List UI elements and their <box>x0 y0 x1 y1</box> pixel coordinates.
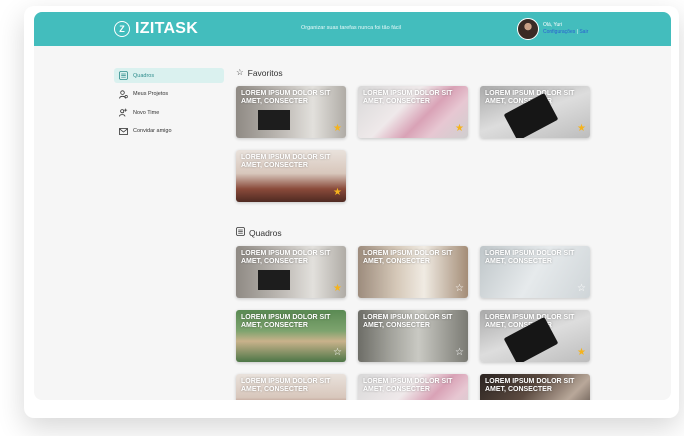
user-menu: Olá, Yuri Configurações | Sair <box>517 18 588 40</box>
add-team-icon <box>119 108 128 117</box>
star-icon[interactable]: ★ <box>577 124 586 134</box>
logo-mark-icon: Z <box>114 21 130 37</box>
sidebar-item-label: Novo Time <box>133 109 160 116</box>
board-icon <box>236 227 245 238</box>
card-title: LOREM IPSUM DOLOR SIT AMET, CONSECTER <box>241 90 331 105</box>
card-title: LOREM IPSUM DOLOR SIT AMET, CONSECTER <box>363 90 453 105</box>
settings-link[interactable]: Configurações <box>543 29 575 35</box>
card-title: LOREM IPSUM DOLOR SIT AMET, CONSECTER <box>363 250 453 265</box>
sidebar: Quadros Meus Projetos Novo Time Convidar… <box>114 68 224 142</box>
board-card[interactable]: LOREM IPSUM DOLOR SIT AMET, CONSECTER ☆ <box>358 310 468 362</box>
sidebar-item-quadros[interactable]: Quadros <box>114 68 224 83</box>
card-title: LOREM IPSUM DOLOR SIT AMET, CONSECTER <box>241 250 331 265</box>
boards-title: Quadros <box>249 227 282 238</box>
star-icon[interactable]: ★ <box>333 124 342 134</box>
favorites-heading: ☆ Favoritos <box>236 67 283 78</box>
tagline: Organizar suas tarefas nunca foi tão fác… <box>301 25 401 31</box>
board-card[interactable]: LOREM IPSUM DOLOR SIT AMET, CONSECTER ★ <box>358 86 468 138</box>
logo-text: IZITASK <box>135 20 199 37</box>
star-icon[interactable]: ★ <box>333 188 342 198</box>
sidebar-item-novo-time[interactable]: Novo Time <box>114 105 224 120</box>
app-logo[interactable]: Z IZITASK <box>114 18 198 40</box>
card-title: LOREM IPSUM DOLOR SIT AMET, CONSECTER <box>485 314 575 329</box>
board-icon <box>119 71 128 80</box>
favorites-title: Favoritos <box>247 67 283 78</box>
users-icon <box>119 89 128 99</box>
card-title: LOREM IPSUM DOLOR SIT AMET, CONSECTER <box>241 314 331 329</box>
sidebar-item-label: Quadros <box>133 72 155 79</box>
card-title: LOREM IPSUM DOLOR SIT AMET, CONSECTER <box>485 90 575 105</box>
mail-icon <box>119 127 128 136</box>
card-title: LOREM IPSUM DOLOR SIT AMET, CONSECTER <box>241 154 331 169</box>
star-outline-icon[interactable]: ☆ <box>333 348 342 358</box>
star-icon[interactable]: ★ <box>455 124 464 134</box>
sidebar-item-convidar-amigo[interactable]: Convidar amigo <box>114 124 224 139</box>
card-title: LOREM IPSUM DOLOR SIT AMET, CONSECTER <box>485 378 575 393</box>
board-card[interactable]: LOREM IPSUM DOLOR SIT AMET, CONSECTER ★ <box>480 310 590 362</box>
card-title: LOREM IPSUM DOLOR SIT AMET, CONSECTER <box>241 378 331 393</box>
board-card[interactable]: LOREM IPSUM DOLOR SIT AMET, CONSECTER <box>480 374 590 400</box>
sidebar-item-label: Meus Projetos <box>133 91 169 97</box>
app-window: Z IZITASK Organizar suas tarefas nunca f… <box>34 12 671 400</box>
board-card[interactable]: LOREM IPSUM DOLOR SIT AMET, CONSECTER ☆ <box>236 310 346 362</box>
logout-link[interactable]: Sair <box>579 29 588 35</box>
board-card[interactable]: LOREM IPSUM DOLOR SIT AMET, CONSECTER ☆ <box>358 246 468 298</box>
sidebar-item-meus-projetos[interactable]: Meus Projetos <box>114 87 224 102</box>
board-card[interactable]: LOREM IPSUM DOLOR SIT AMET, CONSECTER ☆ <box>480 246 590 298</box>
board-card[interactable]: LOREM IPSUM DOLOR SIT AMET, CONSECTER ★ <box>236 150 346 202</box>
card-title: LOREM IPSUM DOLOR SIT AMET, CONSECTER <box>363 314 453 329</box>
card-title: LOREM IPSUM DOLOR SIT AMET, CONSECTER <box>485 250 575 265</box>
card-title: LOREM IPSUM DOLOR SIT AMET, CONSECTER <box>363 378 453 393</box>
board-card[interactable]: LOREM IPSUM DOLOR SIT AMET, CONSECTER ★ <box>480 86 590 138</box>
star-outline-icon[interactable]: ☆ <box>577 284 586 294</box>
star-outline-icon[interactable]: ☆ <box>455 348 464 358</box>
star-outline-icon: ☆ <box>236 67 244 77</box>
avatar[interactable] <box>517 18 539 40</box>
user-greeting: Olá, Yuri <box>543 22 563 28</box>
board-card[interactable]: LOREM IPSUM DOLOR SIT AMET, CONSECTER <box>358 374 468 400</box>
boards-heading: Quadros <box>236 227 282 238</box>
board-card[interactable]: LOREM IPSUM DOLOR SIT AMET, CONSECTER ★ <box>236 246 346 298</box>
star-icon[interactable]: ★ <box>333 284 342 294</box>
star-icon[interactable]: ★ <box>577 348 586 358</box>
board-card[interactable]: LOREM IPSUM DOLOR SIT AMET, CONSECTER ★ <box>236 86 346 138</box>
top-header: Z IZITASK Organizar suas tarefas nunca f… <box>34 12 671 46</box>
link-separator: | <box>576 29 578 35</box>
board-card[interactable]: LOREM IPSUM DOLOR SIT AMET, CONSECTER <box>236 374 346 400</box>
sidebar-item-label: Convidar amigo <box>133 128 172 134</box>
star-outline-icon[interactable]: ☆ <box>455 284 464 294</box>
